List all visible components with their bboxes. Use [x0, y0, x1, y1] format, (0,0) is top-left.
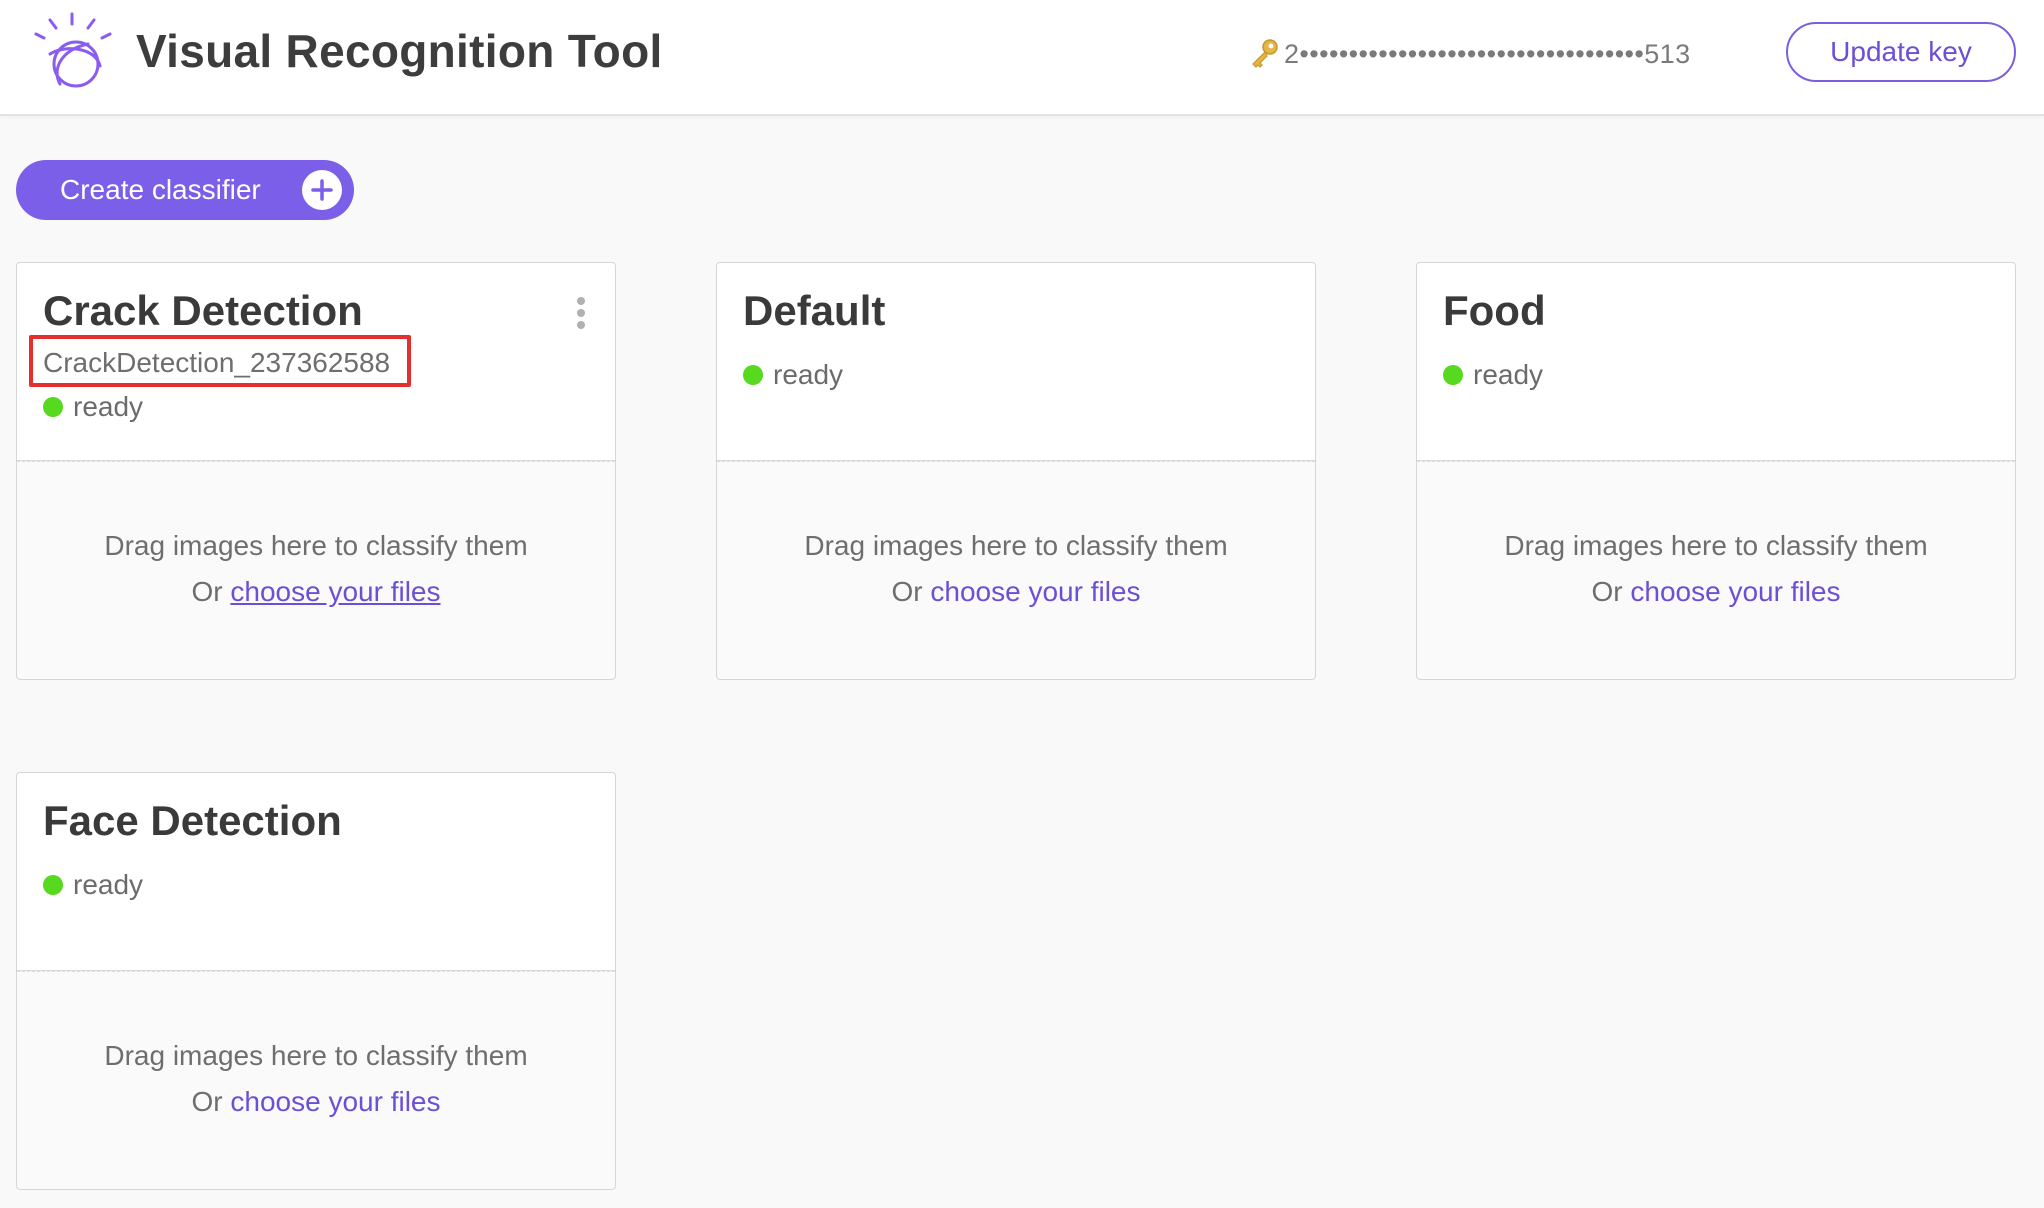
- key-icon: [1252, 39, 1278, 68]
- drop-or-label: Or: [191, 1086, 223, 1117]
- api-key-text: 2•••••••••••••••••••••••••••••••••••513: [1284, 38, 1691, 69]
- api-key-display: 2•••••••••••••••••••••••••••••••••••513: [1248, 36, 1691, 72]
- more-options-icon[interactable]: [575, 295, 587, 331]
- choose-files-link[interactable]: choose your files: [930, 576, 1140, 607]
- status-row: ready: [1443, 359, 1543, 391]
- status-text: ready: [1473, 359, 1544, 390]
- highlight-annotation: [29, 335, 411, 387]
- drop-zone-instructions: Drag images here to classify them: [104, 1040, 528, 1071]
- classifier-name: Default: [743, 287, 886, 334]
- card-header: Default ready: [717, 263, 1315, 461]
- plus-icon: [302, 170, 342, 210]
- image-drop-zone[interactable]: Drag images here to classify them Or cho…: [17, 971, 615, 1189]
- update-key-button[interactable]: Update key: [1786, 22, 2016, 82]
- classifier-name: Food: [1443, 287, 1546, 334]
- create-classifier-label: Create classifier: [60, 174, 261, 205]
- drop-zone-instructions: Drag images here to classify them: [1504, 530, 1928, 561]
- ibm-watson-icon: [34, 12, 112, 88]
- image-drop-zone[interactable]: Drag images here to classify them Or cho…: [717, 461, 1315, 679]
- status-row: ready: [43, 869, 143, 901]
- classifier-name: Face Detection: [43, 797, 342, 844]
- drop-zone-alt: Or choose your files: [1417, 576, 2015, 608]
- drop-zone-alt: Or choose your files: [17, 576, 615, 608]
- status-dot-icon: [1443, 365, 1463, 385]
- status-dot-icon: [43, 875, 63, 895]
- card-header: Face Detection ready: [17, 773, 615, 971]
- status-dot-icon: [43, 397, 63, 417]
- classifier-card-face-detection: Face Detection ready Drag images here to…: [16, 772, 616, 1190]
- create-classifier-button[interactable]: Create classifier: [16, 160, 354, 220]
- classifier-card-food: Food ready Drag images here to classify …: [1416, 262, 2016, 680]
- classifier-name: Crack Detection: [43, 287, 363, 334]
- drop-or-label: Or: [891, 576, 923, 607]
- image-drop-zone[interactable]: Drag images here to classify them Or cho…: [1417, 461, 2015, 679]
- app-title: Visual Recognition Tool: [136, 25, 663, 77]
- status-text: ready: [73, 391, 144, 422]
- status-row: ready: [43, 391, 143, 423]
- card-header: Food ready: [1417, 263, 2015, 461]
- card-header: Crack Detection CrackDetection_237362588…: [17, 263, 615, 461]
- drop-zone-instructions: Drag images here to classify them: [804, 530, 1228, 561]
- classifier-card-crack-detection: Crack Detection CrackDetection_237362588…: [16, 262, 616, 680]
- image-drop-zone[interactable]: Drag images here to classify them Or cho…: [17, 461, 615, 679]
- drop-or-label: Or: [191, 576, 223, 607]
- drop-zone-alt: Or choose your files: [717, 576, 1315, 608]
- drop-zone-instructions: Drag images here to classify them: [104, 530, 528, 561]
- choose-files-link[interactable]: choose your files: [1630, 576, 1840, 607]
- choose-files-link[interactable]: choose your files: [230, 576, 440, 607]
- drop-or-label: Or: [1591, 576, 1623, 607]
- status-text: ready: [773, 359, 844, 390]
- status-text: ready: [73, 869, 144, 900]
- choose-files-link[interactable]: choose your files: [230, 1086, 440, 1117]
- status-dot-icon: [743, 365, 763, 385]
- classifier-card-default: Default ready Drag images here to classi…: [716, 262, 1316, 680]
- status-row: ready: [743, 359, 843, 391]
- app-header: Visual Recognition Tool 2•••••••••••••••…: [0, 0, 2044, 116]
- drop-zone-alt: Or choose your files: [17, 1086, 615, 1118]
